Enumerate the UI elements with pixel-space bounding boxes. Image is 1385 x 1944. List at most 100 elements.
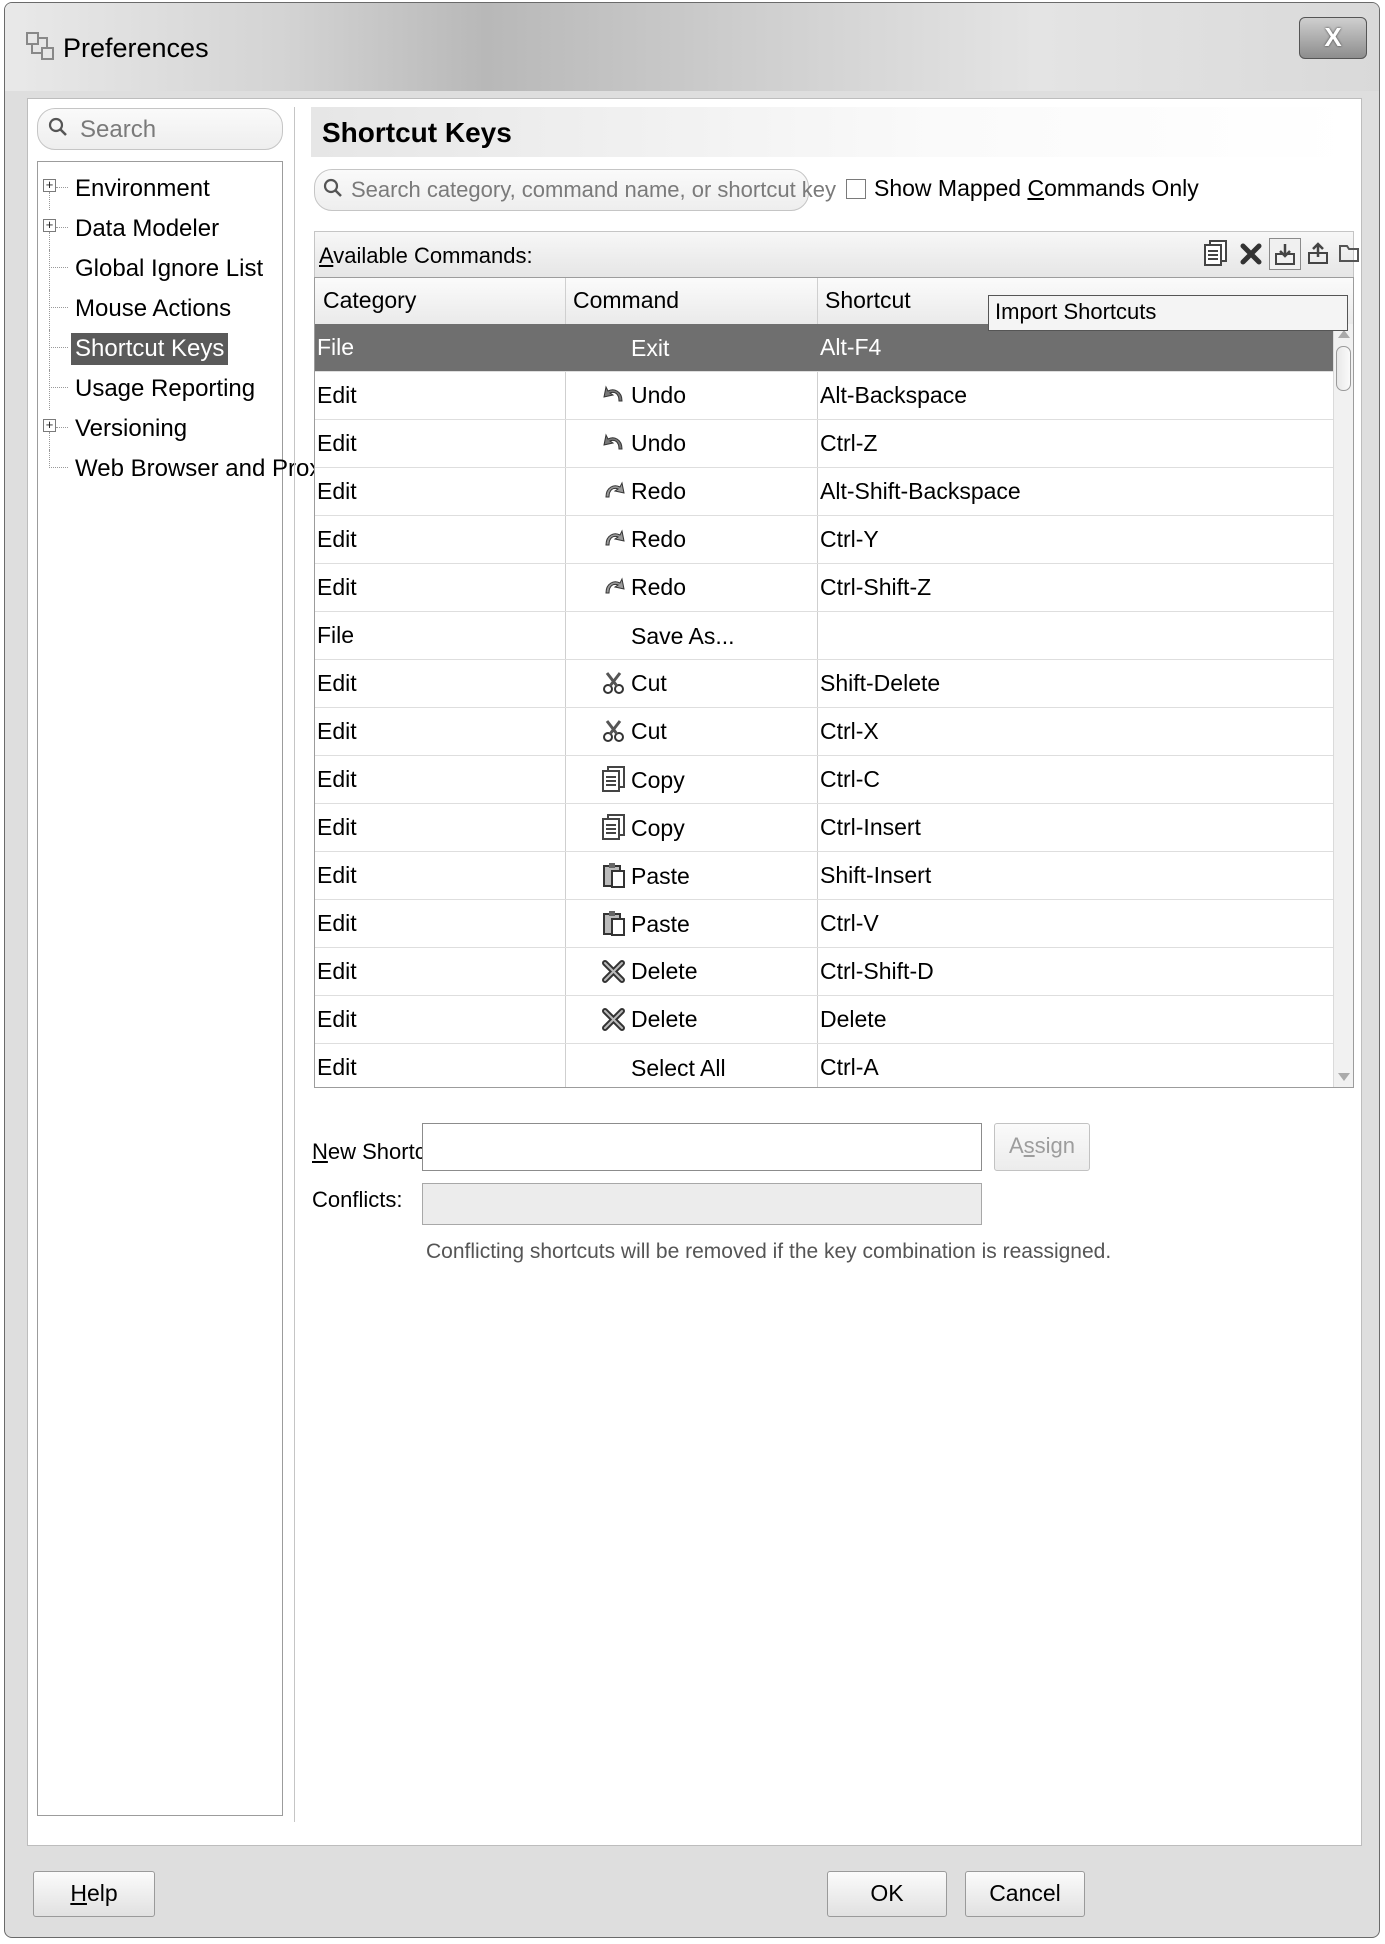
- export-icon[interactable]: [1303, 238, 1333, 268]
- column-header-category[interactable]: Category: [323, 287, 416, 314]
- cut-icon: [601, 719, 627, 745]
- delete-icon[interactable]: [1237, 238, 1267, 268]
- command-label: Redo: [631, 478, 686, 504]
- table-row[interactable]: Edit Cut Ctrl-X: [315, 708, 1333, 756]
- new-shortcut-input[interactable]: [422, 1123, 982, 1171]
- table-row[interactable]: Edit Redo Ctrl-Shift-Z: [315, 564, 1333, 612]
- close-button[interactable]: X: [1299, 17, 1367, 59]
- tree-item-label: Environment: [75, 175, 210, 202]
- copy-icon[interactable]: [1201, 238, 1231, 268]
- table-row[interactable]: Edit Undo Ctrl-Z: [315, 420, 1333, 468]
- delete-icon: [601, 959, 627, 985]
- tree-item-global-ignore-list[interactable]: Global Ignore List: [38, 250, 282, 290]
- command-label: Save As...: [631, 623, 735, 649]
- table-row[interactable]: Edit Cut Shift-Delete: [315, 660, 1333, 708]
- page-title: Shortcut Keys: [322, 117, 512, 148]
- table-row[interactable]: Edit Undo Alt-Backspace: [315, 372, 1333, 420]
- tree-item-shortcut-keys[interactable]: Shortcut Keys: [38, 330, 282, 370]
- cell-category: File: [317, 622, 355, 648]
- ok-button[interactable]: OK: [827, 1871, 947, 1917]
- table-rows: File Exit Alt-F4 Edit Undo Alt-Backspace Edit U…: [315, 324, 1333, 1087]
- cell-shortcut: Ctrl-Y: [820, 526, 879, 552]
- expand-plus-icon[interactable]: +: [43, 218, 56, 232]
- cancel-button[interactable]: Cancel: [965, 1871, 1085, 1917]
- tree-item-mouse-actions[interactable]: Mouse Actions: [38, 290, 282, 330]
- table-row[interactable]: Edit Copy Ctrl-C: [315, 756, 1333, 804]
- command-search-field[interactable]: Search category, command name, or shortc…: [314, 169, 836, 211]
- checkbox-box[interactable]: [846, 179, 866, 199]
- cell-command: Save As...: [601, 622, 735, 650]
- column-header-command[interactable]: Command: [573, 287, 679, 314]
- table-row[interactable]: Edit Select All Ctrl-A: [315, 1044, 1333, 1087]
- scrollbar-thumb[interactable]: [1336, 346, 1351, 391]
- conflicts-field: [422, 1183, 982, 1225]
- cell-category: Edit: [317, 958, 357, 984]
- expand-plus-icon[interactable]: +: [43, 418, 56, 432]
- cell-category: Edit: [317, 526, 357, 552]
- table-row[interactable]: File Save As...: [315, 612, 1333, 660]
- redo-icon: [601, 527, 627, 553]
- cell-category: Edit: [317, 910, 357, 936]
- table-row[interactable]: Edit Paste Shift-Insert: [315, 852, 1333, 900]
- tree-item-data-modeler[interactable]: + Data Modeler: [38, 210, 282, 250]
- tree-item-web-browser-and-proxy[interactable]: Web Browser and Proxy: [38, 450, 333, 486]
- cell-category: Edit: [317, 574, 357, 600]
- table-row[interactable]: Edit Redo Ctrl-Y: [315, 516, 1333, 564]
- available-commands-label: Available Commands:: [319, 243, 533, 268]
- cell-command: Delete: [601, 1006, 697, 1033]
- cell-command: Paste: [601, 910, 690, 938]
- assign-button[interactable]: Assign: [994, 1123, 1090, 1171]
- tree-item-versioning[interactable]: + Versioning: [38, 410, 282, 450]
- conflicts-note: Conflicting shortcuts will be removed if…: [426, 1240, 1112, 1263]
- cell-command: Undo: [601, 430, 686, 457]
- cell-command: Select All: [601, 1054, 726, 1082]
- search-icon: [323, 178, 342, 197]
- cell-shortcut: Ctrl-Shift-Z: [820, 574, 932, 600]
- tree-item-environment[interactable]: + Environment: [38, 170, 282, 210]
- nav-search-field[interactable]: Search: [37, 108, 283, 150]
- panel-divider[interactable]: [294, 107, 295, 1822]
- table-row[interactable]: Edit Delete Delete: [315, 996, 1333, 1044]
- cell-shortcut: Shift-Insert: [820, 862, 932, 888]
- cell-category: Edit: [317, 718, 357, 744]
- cell-shortcut: Delete: [820, 1006, 887, 1032]
- tree-item-label: Global Ignore List: [75, 255, 264, 282]
- cell-shortcut: Ctrl-Z: [820, 430, 878, 456]
- command-search-placeholder: Search category, command name, or shortc…: [351, 177, 837, 202]
- tree-item-label: Mouse Actions: [75, 295, 232, 322]
- cut-icon: [601, 671, 627, 697]
- column-header-shortcut[interactable]: Shortcut: [825, 287, 911, 314]
- command-label: Cut: [631, 718, 667, 744]
- help-button[interactable]: Help: [33, 1871, 155, 1917]
- cell-command: Redo: [601, 478, 686, 505]
- cell-category: Edit: [317, 1054, 357, 1080]
- cell-shortcut: Alt-F4: [820, 334, 882, 360]
- table-row[interactable]: Edit Paste Ctrl-V: [315, 900, 1333, 948]
- tree-item-label: Shortcut Keys: [71, 333, 229, 365]
- cell-command: Cut: [601, 670, 667, 697]
- tree-item-usage-reporting[interactable]: Usage Reporting: [38, 370, 282, 410]
- command-label: Paste: [631, 911, 690, 937]
- cell-shortcut: Ctrl-V: [820, 910, 879, 936]
- cell-shortcut: Ctrl-X: [820, 718, 879, 744]
- preferences-tree: + Environment + Data Modeler Global Igno…: [37, 161, 333, 1816]
- table-row[interactable]: Edit Redo Alt-Shift-Backspace: [315, 468, 1333, 516]
- vertical-scrollbar[interactable]: [1333, 324, 1353, 1087]
- cell-command: Copy: [601, 766, 685, 794]
- copy-icon: [601, 814, 627, 840]
- import-icon[interactable]: [1269, 238, 1301, 270]
- command-label: Exit: [631, 335, 670, 361]
- table-row[interactable]: Edit Copy Ctrl-Insert: [315, 804, 1333, 852]
- dialog-content: Search + Environment + Data Modeler Glob…: [27, 98, 1362, 1846]
- show-mapped-label: Show Mapped Commands Only: [874, 175, 1199, 201]
- undo-icon: [601, 383, 627, 409]
- cell-shortcut: Ctrl-Shift-D: [820, 958, 934, 984]
- expand-plus-icon[interactable]: +: [43, 178, 56, 192]
- table-row[interactable]: Edit Delete Ctrl-Shift-D: [315, 948, 1333, 996]
- scroll-up-arrow-icon[interactable]: [1338, 330, 1350, 338]
- open-folder-icon[interactable]: [1335, 238, 1365, 268]
- search-icon: [48, 117, 67, 136]
- cell-command: Undo: [601, 382, 686, 409]
- table-row[interactable]: File Exit Alt-F4: [315, 324, 1333, 372]
- scroll-down-arrow-icon[interactable]: [1338, 1073, 1350, 1081]
